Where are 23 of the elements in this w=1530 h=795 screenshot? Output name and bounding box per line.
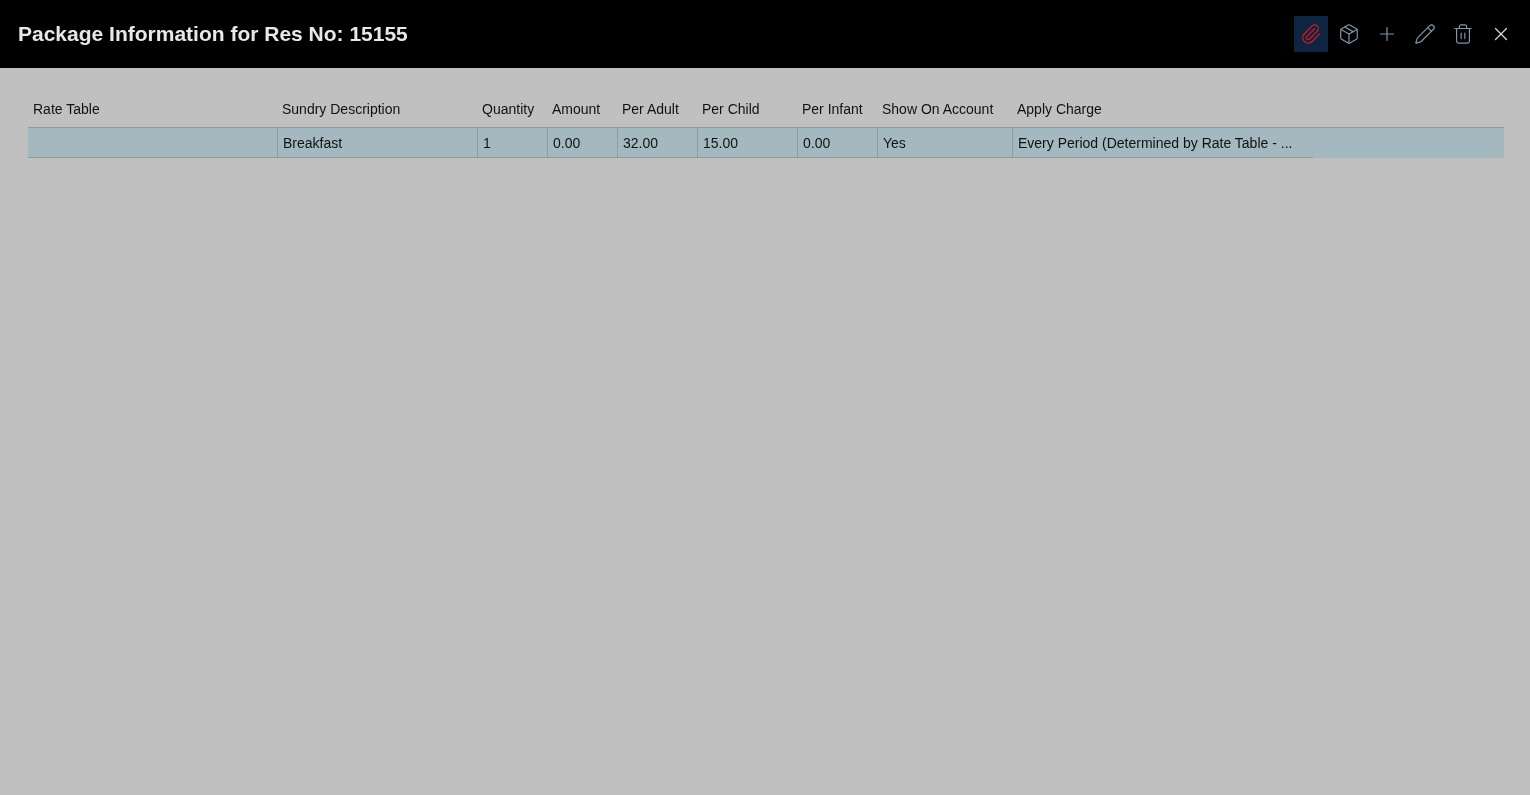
trash-icon	[1452, 23, 1474, 45]
table-cell: 15.00	[697, 127, 797, 158]
column-header: Quantity	[481, 99, 536, 119]
column-header: Apply Charge	[1016, 99, 1103, 119]
column-header: Per Infant	[801, 99, 864, 119]
table-cell: Every Period (Determined by Rate Table - ...	[1012, 127, 1313, 158]
window-title: Package Information for Res No: 15155	[18, 22, 408, 46]
table-cell: 1	[477, 127, 547, 158]
pencil-icon	[1414, 23, 1436, 45]
table-cell: Yes	[877, 127, 1012, 158]
table-cell: 0.00	[797, 127, 877, 158]
paperclip-icon	[1300, 23, 1322, 45]
column-header: Amount	[551, 99, 602, 119]
attach-button[interactable]	[1294, 16, 1328, 52]
column-header: Per Adult	[621, 99, 680, 119]
column-header: Per Child	[701, 99, 761, 119]
table-cell: Breakfast	[277, 127, 477, 158]
box-icon	[1338, 23, 1360, 45]
column-header: Sundry Description	[281, 99, 402, 119]
table-cell: 32.00	[617, 127, 697, 158]
column-header: Rate Table	[32, 99, 101, 119]
table-cell: 0.00	[547, 127, 617, 158]
column-header: Show On Account	[881, 99, 995, 119]
